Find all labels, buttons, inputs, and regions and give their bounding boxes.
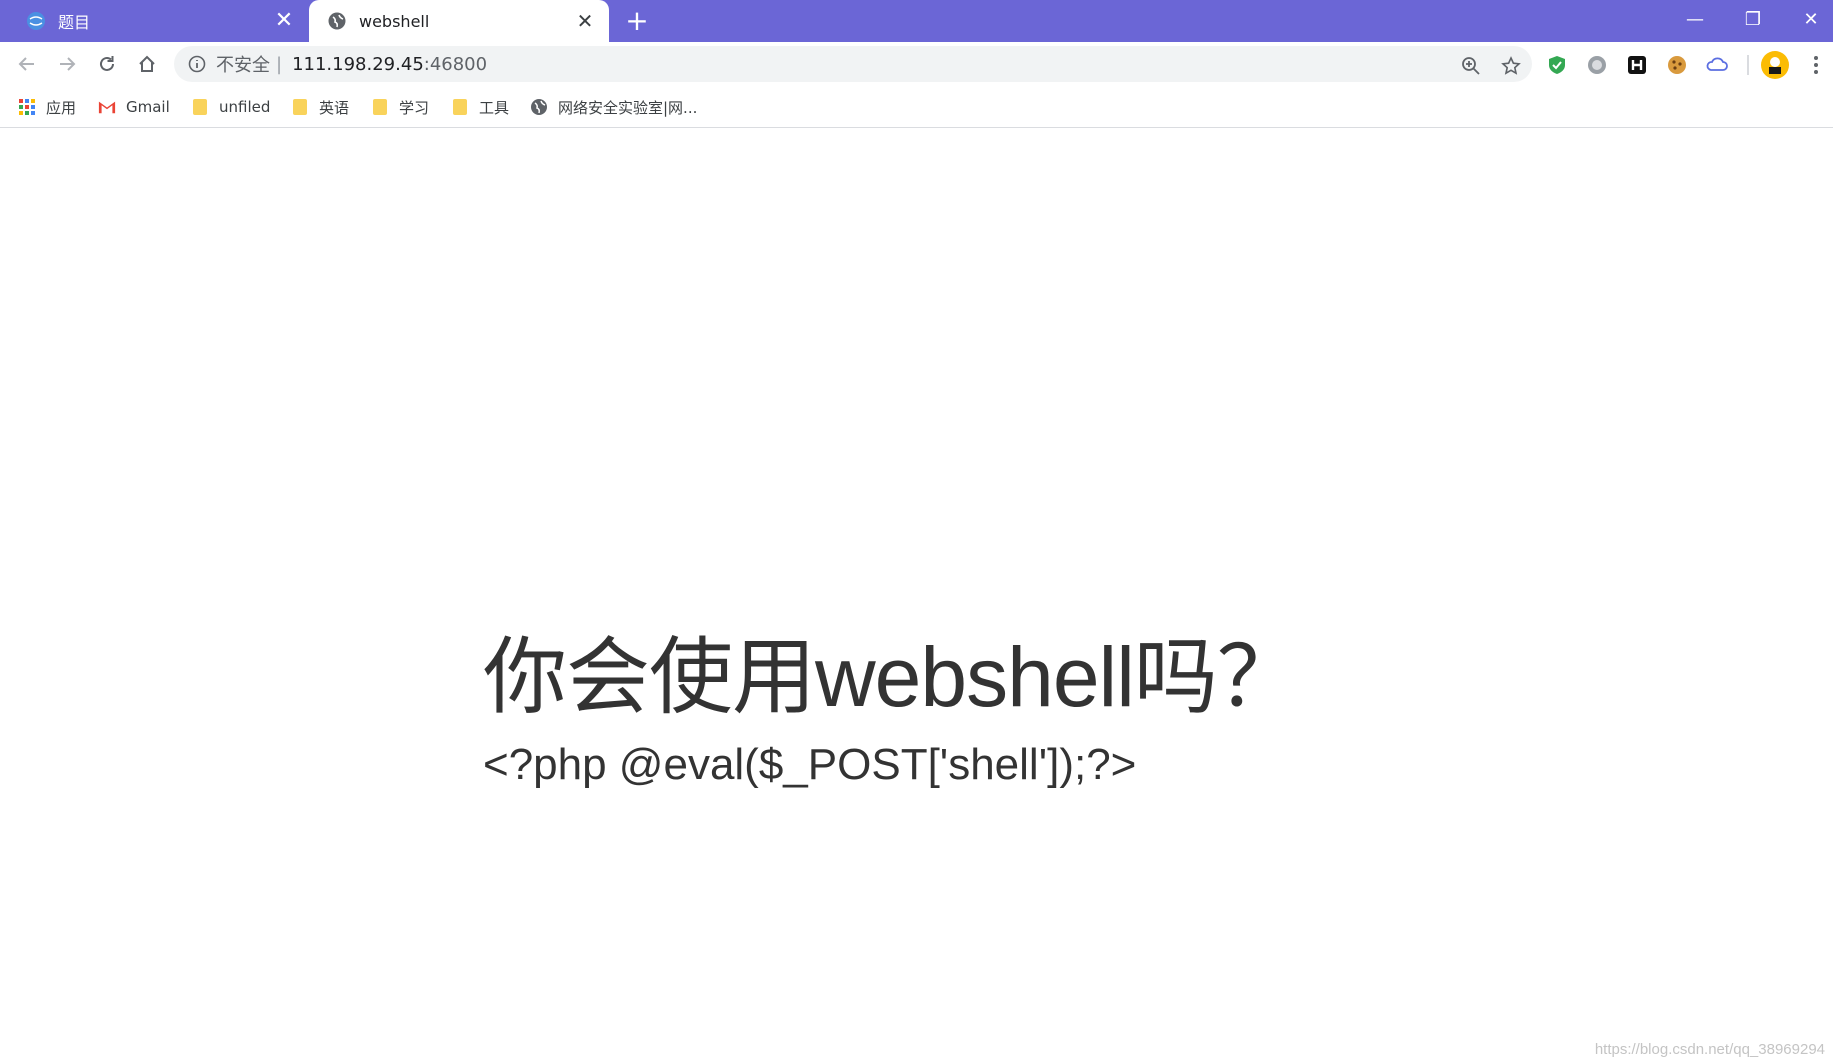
- watermark: https://blog.csdn.net/qq_38969294: [1594, 1041, 1825, 1058]
- bookmark-label: 应用: [46, 98, 77, 117]
- tab-active[interactable]: webshell ✕: [309, 0, 609, 42]
- bookmark-security-lab[interactable]: 网络安全实验室|网...: [530, 95, 697, 119]
- home-icon: [139, 55, 155, 72]
- bookmark-label: Gmail: [126, 98, 170, 116]
- page-heading: 你会使用webshell吗？: [483, 630, 1301, 724]
- bookmark-label: 学习: [399, 98, 430, 117]
- folder-icon: [371, 98, 389, 116]
- avatar[interactable]: [1760, 50, 1790, 80]
- globe-icon: [327, 11, 347, 31]
- folder-icon: [191, 98, 209, 116]
- new-tab-button[interactable]: +: [622, 6, 652, 36]
- bookmark-folder-english[interactable]: 英语: [291, 95, 349, 119]
- tab-title: webshell: [359, 11, 430, 31]
- tab-strip: 题目 ✕ webshell ✕ + — ❐ ✕: [0, 0, 1833, 42]
- url-separator: |: [276, 53, 283, 75]
- info-icon[interactable]: [188, 55, 206, 73]
- bookmark-label: 网络安全实验室|网...: [558, 98, 698, 117]
- tab-close-icon[interactable]: ✕: [573, 9, 597, 33]
- bookmark-label: 英语: [319, 98, 350, 117]
- bookmark-label: unfiled: [219, 98, 271, 116]
- tab-inactive[interactable]: 题目 ✕: [8, 0, 308, 42]
- arrow-left-icon: [18, 57, 34, 71]
- apps-grid-icon: [18, 98, 36, 116]
- home-button[interactable]: [131, 48, 163, 80]
- address-bar[interactable]: 不安全 | 111.198.29.45 :46800: [174, 46, 1532, 82]
- url-port: :46800: [423, 53, 488, 75]
- bookmark-folder-tools[interactable]: 工具: [451, 95, 509, 119]
- bookmark-folder-study[interactable]: 学习: [371, 95, 429, 119]
- bookmark-apps[interactable]: 应用: [18, 95, 76, 119]
- cookie-extension-icon[interactable]: [1664, 52, 1690, 78]
- php-code-text: <?php @eval($_POST['shell']);?>: [483, 740, 1137, 789]
- globe-icon: [530, 98, 548, 116]
- bookmark-gmail[interactable]: Gmail: [98, 95, 170, 119]
- folder-icon: [291, 98, 309, 116]
- toolbar: 不安全 | 111.198.29.45 :46800: [0, 42, 1833, 86]
- bookmark-label: 工具: [479, 98, 510, 117]
- reload-icon: [100, 56, 114, 71]
- back-button[interactable]: [11, 48, 43, 80]
- toolbar-divider: [1747, 55, 1749, 75]
- cloud-extension-icon[interactable]: [1704, 52, 1730, 78]
- globe-blue-icon: [26, 11, 46, 31]
- page-content: [0, 129, 1833, 1064]
- zoom-icon[interactable]: [1457, 52, 1485, 80]
- h-extension-icon[interactable]: [1624, 52, 1650, 78]
- restore-button[interactable]: ❐: [1725, 4, 1781, 34]
- minimize-button[interactable]: —: [1667, 4, 1723, 34]
- security-label: 不安全: [216, 55, 270, 76]
- bookmark-folder-unfiled[interactable]: unfiled: [191, 95, 270, 119]
- forward-button[interactable]: [51, 48, 83, 80]
- tab-close-icon[interactable]: ✕: [272, 9, 296, 33]
- bookmarks-bar: 应用 Gmail unfiled 英语 学习 工具 网络安全实验室|网...: [0, 86, 1833, 128]
- globe-extension-icon[interactable]: [1584, 52, 1610, 78]
- gmail-icon: [98, 98, 116, 116]
- bookmark-star-icon[interactable]: [1497, 52, 1525, 80]
- reload-button[interactable]: [91, 48, 123, 80]
- menu-icon[interactable]: [1803, 52, 1829, 78]
- tab-title: 题目: [58, 13, 91, 32]
- arrow-right-icon: [60, 57, 76, 71]
- url-host: 111.198.29.45: [292, 53, 424, 75]
- shield-extension-icon[interactable]: [1544, 52, 1570, 78]
- folder-icon: [451, 98, 469, 116]
- close-window-button[interactable]: ✕: [1783, 4, 1833, 34]
